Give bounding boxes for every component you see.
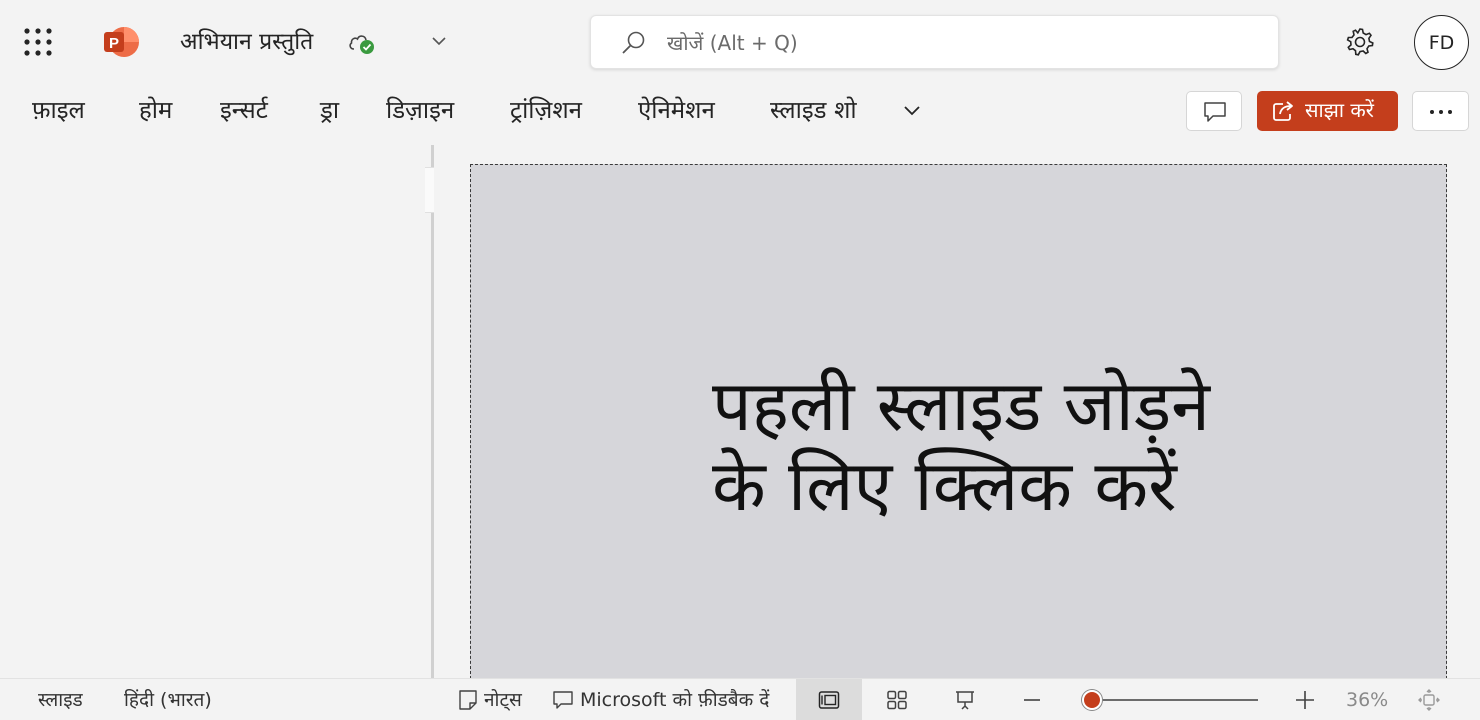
notes-label: नोट्स [484, 689, 522, 711]
status-bar: स्लाइड हिंदी (भारत) नोट्स Microsoft को फ… [0, 678, 1480, 720]
share-button[interactable]: साझा करें [1257, 91, 1398, 131]
slide-sorter-icon [887, 690, 907, 710]
notes-button[interactable]: नोट्स [454, 679, 536, 720]
reading-view-icon [956, 691, 974, 710]
chevron-down-icon[interactable] [428, 30, 450, 52]
fit-to-window-button[interactable] [1412, 679, 1446, 720]
gear-icon[interactable] [1344, 26, 1376, 58]
more-icon [1430, 110, 1452, 114]
zoom-level[interactable]: 36% [1346, 687, 1388, 713]
fit-to-window-icon [1418, 689, 1440, 711]
document-title[interactable]: अभियान प्रस्तुति [180, 26, 313, 58]
feedback-button[interactable]: Microsoft को फ़ीडबैक दें [550, 679, 790, 720]
feedback-icon [553, 691, 573, 709]
tab-animations[interactable]: ऐनिमेशन [638, 92, 715, 128]
more-options-button[interactable] [1412, 91, 1469, 131]
slide-count-label: स्लाइड [38, 689, 83, 711]
search-icon [619, 29, 647, 57]
feedback-label: Microsoft को फ़ीडबैक दें [580, 689, 770, 711]
search-placeholder: खोजें (Alt + Q) [667, 31, 798, 55]
tab-draw[interactable]: ड्रा [320, 92, 339, 128]
zoom-slider-track[interactable] [1092, 699, 1258, 701]
title-bar: P अभियान प्रस्तुति खोजें (Alt + Q) FD [0, 0, 1480, 84]
zoom-in-icon [1296, 691, 1314, 709]
tab-home[interactable]: होम [139, 92, 172, 128]
comment-button[interactable] [1186, 91, 1242, 131]
slide-sorter-button[interactable] [876, 679, 918, 720]
zoom-out-icon [1024, 699, 1040, 701]
search-box[interactable]: खोजें (Alt + Q) [590, 15, 1279, 69]
powerpoint-logo-icon: P [102, 26, 140, 58]
notes-icon [459, 690, 477, 710]
zoom-slider-thumb[interactable] [1082, 690, 1102, 710]
language-label[interactable]: हिंदी (भारत) [124, 687, 212, 713]
apps-grid-icon[interactable] [22, 26, 54, 58]
cloud-saved-icon [347, 30, 377, 56]
avatar[interactable]: FD [1414, 15, 1469, 70]
svg-text:P: P [109, 35, 119, 52]
tab-design[interactable]: डिज़ाइन [386, 92, 454, 128]
reading-view-button[interactable] [944, 679, 986, 720]
zoom-out-button[interactable] [1016, 679, 1048, 720]
chevron-down-icon[interactable] [900, 98, 924, 122]
tab-insert[interactable]: इन्सर्ट [220, 92, 268, 128]
tab-slideshow[interactable]: स्लाइड शो [770, 92, 857, 128]
normal-view-icon [818, 691, 840, 709]
comment-icon [1204, 102, 1226, 122]
slide-thumbnail-pane [0, 145, 432, 678]
add-first-slide-prompt[interactable]: पहली स्लाइड जोड़ने के लिए क्लिक करें [712, 366, 1272, 526]
share-label: साझा करें [1305, 98, 1374, 122]
tab-file[interactable]: फ़ाइल [32, 92, 85, 128]
tab-transitions[interactable]: ट्रांज़िशन [510, 92, 582, 128]
normal-view-button[interactable] [796, 679, 862, 720]
zoom-in-button[interactable] [1290, 679, 1322, 720]
share-icon [1273, 101, 1293, 121]
